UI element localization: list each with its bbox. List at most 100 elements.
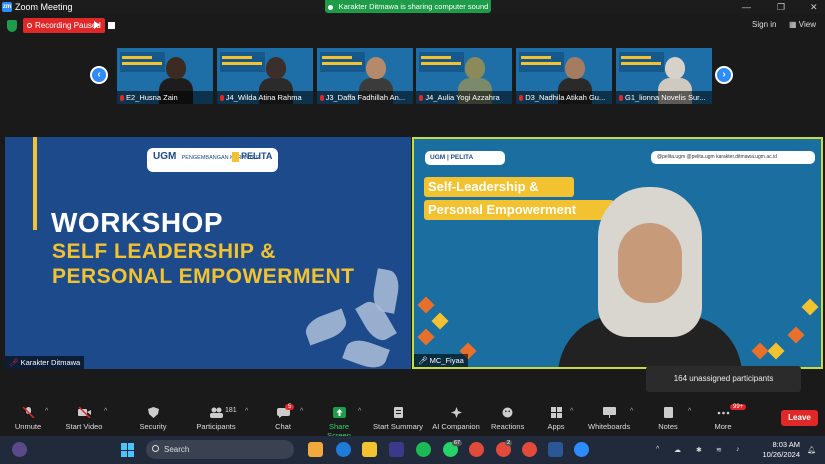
chat-badge: 5 xyxy=(285,404,295,410)
audio-options-caret[interactable]: ^ xyxy=(45,408,48,415)
mic-muted-icon xyxy=(419,95,424,102)
reactions-button[interactable]: Reactions xyxy=(491,398,524,436)
sharing-banner[interactable]: Karakter Ditmawa is sharing computer sou… xyxy=(325,0,491,13)
slide-subheading-2: PERSONAL EMPOWERMENT xyxy=(52,265,355,288)
cloud-icon[interactable]: ☁ xyxy=(674,446,681,454)
view-button[interactable]: ▦ View xyxy=(789,20,816,29)
mic-muted-icon xyxy=(319,95,324,102)
zoom-logo-icon: zm xyxy=(2,2,12,12)
participant-name: D3_Nadhila Atikah Gu... xyxy=(516,91,613,104)
social-handles: @pelita.ugm @pelita.ugm karakter.ditmawa… xyxy=(651,151,815,164)
unmute-button[interactable]: Unmute xyxy=(12,398,44,436)
sign-in-link[interactable]: Sign in xyxy=(752,20,776,29)
share-screen-button[interactable]: Share Screen xyxy=(317,398,361,440)
share-options-caret[interactable]: ^ xyxy=(358,408,361,415)
word-icon[interactable] xyxy=(548,442,563,457)
participant-tile[interactable]: G1_lionna Novelis Sur... xyxy=(616,48,712,104)
start-summary-button[interactable]: Start Summary xyxy=(373,398,423,436)
chat-button[interactable]: Chat 5 xyxy=(271,398,295,436)
participant-name: J4_Aulia Yogi Azzahra xyxy=(416,91,513,104)
whiteboards-button[interactable]: Whiteboards xyxy=(588,398,630,436)
maximize-button[interactable]: ❐ xyxy=(777,0,785,14)
chrome-badge: 2 xyxy=(505,440,513,446)
slide-subheading-1: SELF LEADERSHIP & xyxy=(52,240,276,263)
next-page-button[interactable]: › xyxy=(715,66,733,84)
video-options-caret[interactable]: ^ xyxy=(104,408,107,415)
ornament-decoration xyxy=(801,298,819,316)
mic-muted-icon xyxy=(21,407,35,418)
mic-muted-icon xyxy=(219,95,224,102)
video-off-icon xyxy=(77,407,91,418)
ornament-decoration xyxy=(787,326,805,344)
participant-name-label: 🎤︎ Karakter Ditmawa xyxy=(5,356,85,369)
banner-line-1: Self-Leadership & xyxy=(424,177,574,197)
thumbnail-strip: E2_Husna Zain J4_Wilda Atina Rahma J3_Daff… xyxy=(117,48,712,104)
shared-screen-video[interactable]: UGM PENGEMBANGAN KARAKTER PELITA WORKSHO… xyxy=(5,137,411,369)
chevron-up-icon[interactable]: ^ xyxy=(656,446,659,453)
bluetooth-icon[interactable]: ✱ xyxy=(696,446,702,454)
sparkle-icon xyxy=(450,407,462,418)
chat-options-caret[interactable]: ^ xyxy=(300,408,303,415)
active-speaker-video[interactable]: UGM | PELITA @pelita.ugm @pelita.ugm kar… xyxy=(412,137,823,369)
widgets-icon[interactable] xyxy=(12,442,27,457)
taskbar-clock[interactable]: 8:03 AM 10/26/2024 xyxy=(760,440,800,460)
notes-options-caret[interactable]: ^ xyxy=(688,408,691,415)
more-button[interactable]: More 99+ xyxy=(712,398,747,436)
notes-button[interactable]: Notes xyxy=(656,398,680,436)
stop-recording-button[interactable] xyxy=(108,22,115,29)
slide-logo: UGM PENGEMBANGAN KARAKTER PELITA xyxy=(147,148,278,172)
zoom-taskbar-icon[interactable] xyxy=(574,442,589,457)
ornament-decoration xyxy=(767,342,785,360)
wifi-icon[interactable]: ≋ xyxy=(716,446,722,454)
minimize-button[interactable]: — xyxy=(742,0,751,14)
close-button[interactable]: ✕ xyxy=(810,0,818,14)
participant-name: E2_Husna Zain xyxy=(117,91,213,104)
spotify-icon[interactable] xyxy=(416,442,431,457)
unassigned-participants-notice[interactable]: 164 unassigned participants xyxy=(646,366,801,392)
ornament-decoration xyxy=(417,328,435,346)
participants-button[interactable]: Participants 181 xyxy=(195,398,237,436)
edge-icon[interactable] xyxy=(336,442,351,457)
participants-options-caret[interactable]: ^ xyxy=(245,408,248,415)
participant-tile[interactable]: J3_Daffa Fadhillah An... xyxy=(316,48,413,104)
whiteboards-options-caret[interactable]: ^ xyxy=(630,408,633,415)
participant-name: J4_Wilda Atina Rahma xyxy=(216,91,313,104)
share-screen-icon xyxy=(332,407,346,418)
participant-tile[interactable]: E2_Husna Zain xyxy=(117,48,213,104)
copilot-icon[interactable] xyxy=(308,442,323,457)
flower-decoration xyxy=(302,308,350,346)
windows-start-button[interactable] xyxy=(121,443,135,457)
leave-button[interactable]: Leave xyxy=(781,410,818,426)
participants-icon xyxy=(209,407,223,418)
previous-page-button[interactable]: ‹ xyxy=(90,66,108,84)
volume-icon[interactable]: ♪ xyxy=(736,446,740,453)
start-video-button[interactable]: Start Video xyxy=(64,398,104,436)
security-button[interactable]: Security xyxy=(136,398,170,436)
window-title: Zoom Meeting xyxy=(15,2,73,12)
mic-muted-icon xyxy=(120,95,124,102)
file-explorer-icon[interactable] xyxy=(362,442,377,457)
ai-companion-button[interactable]: AI Companion xyxy=(432,398,480,436)
participant-name: G1_lionna Novelis Sur... xyxy=(616,91,712,104)
shield-icon xyxy=(147,407,159,418)
notification-bell-icon[interactable]: 🔔︎ xyxy=(807,446,816,454)
summary-icon xyxy=(393,407,403,418)
whiteboard-icon xyxy=(602,407,616,418)
mic-muted-icon xyxy=(619,95,623,102)
apps-button[interactable]: Apps xyxy=(546,398,566,436)
meeting-toolbar: Unmute ^ Start Video ^ Security Particip… xyxy=(0,398,825,440)
participant-tile[interactable]: J4_Wilda Atina Rahma xyxy=(216,48,313,104)
more-icon xyxy=(717,411,729,415)
participant-name: J3_Daffa Fadhillah An... xyxy=(316,91,413,104)
slide-heading: WORKSHOP xyxy=(51,207,223,238)
participant-tile[interactable]: D3_Nadhila Atikah Gu... xyxy=(516,48,613,104)
apps-options-caret[interactable]: ^ xyxy=(570,408,573,415)
chrome-icon[interactable] xyxy=(469,442,484,457)
resume-recording-button[interactable] xyxy=(94,21,100,29)
chrome-alt-icon[interactable] xyxy=(522,442,537,457)
store-icon[interactable] xyxy=(389,442,404,457)
shield-icon[interactable] xyxy=(7,20,17,32)
taskbar-search[interactable]: Search xyxy=(146,440,294,459)
participant-tile[interactable]: J4_Aulia Yogi Azzahra xyxy=(416,48,513,104)
slide-logo: UGM | PELITA xyxy=(425,151,505,165)
